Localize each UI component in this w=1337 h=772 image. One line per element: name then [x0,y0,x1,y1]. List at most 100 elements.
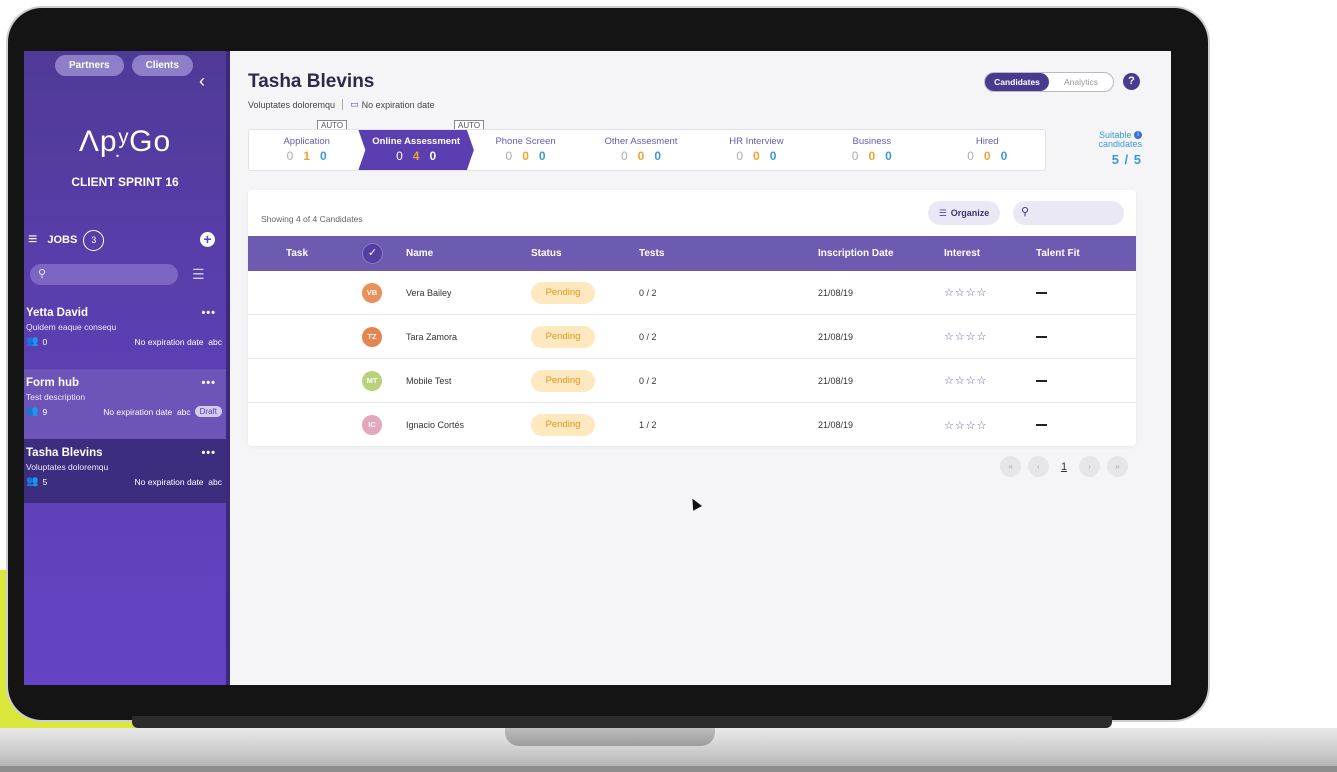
stage-count: 0 [868,149,886,163]
stage-business[interactable]: Business 000 [814,130,929,170]
interest-stars[interactable]: ☆☆☆☆ [944,286,987,299]
analytics-tab[interactable]: Analytics [1049,73,1113,91]
interest-stars[interactable]: ☆☆☆☆ [944,330,987,343]
next-page-icon[interactable]: › [1079,456,1100,477]
table-row[interactable]: VB Vera Bailey Pending 0 / 2 21/08/19 ☆☆… [248,271,1136,315]
inscription-date: 21/08/19 [818,420,854,430]
column-talent-fit[interactable]: Talent Fit [1036,236,1080,271]
jobs-label: JOBS [47,234,78,246]
more-options-icon[interactable]: ••• [201,447,216,459]
stage-online-assessment[interactable]: Online Assessment 040 [358,130,474,170]
column-tests[interactable]: Tests [639,236,664,271]
job-item-tasha-blevins[interactable]: Tasha Blevins ••• Voluptates doloremqu 👥… [24,439,226,503]
info-icon[interactable]: i [1134,131,1142,139]
avatar: VB [362,282,382,303]
status-badge: Pending [531,369,595,392]
interest-stars[interactable]: ☆☆☆☆ [944,419,987,432]
stage-label: Phone Screen [495,136,556,147]
stage-count: 0 [983,149,1001,163]
partners-button[interactable]: Partners [55,55,124,76]
candidates-card: Showing 4 of 4 Candidates ☰ Organize ⚲ Ta… [248,190,1136,446]
people-icon: 👥 [26,336,39,347]
candidate-name[interactable]: Vera Bailey [406,271,452,314]
more-options-icon[interactable]: ••• [201,307,216,319]
job-description: Voluptates doloremqu [248,99,336,110]
inscription-date: 21/08/19 [818,287,854,298]
stage-hr-interview[interactable]: HR Interview 000 [699,130,814,170]
column-status[interactable]: Status [531,236,562,271]
job-item-form-hub[interactable]: Form hub ••• Test description 👥 9 No exp… [24,369,226,439]
tests-progress: 0 / 2 [639,331,657,342]
last-page-icon[interactable]: » [1107,456,1128,477]
job-item-yetta-david[interactable]: Yetta David ••• Quidem eaque consequ 👥 0… [24,307,226,347]
job-title: Tasha Blevins [26,447,103,459]
column-interest[interactable]: Interest [944,236,980,271]
candidate-search-input[interactable]: ⚲ [1013,201,1124,225]
candidates-tab[interactable]: Candidates [985,73,1049,91]
menu-icon[interactable]: ≡ [28,231,37,249]
job-meta: 👥 0 No expiration date abc [26,336,222,347]
people-icon: 👥 [26,406,39,417]
job-description: Voluptates doloremqu [26,462,109,472]
stage-count: 0 [286,149,304,163]
stage-label: Business [852,136,892,147]
talent-fit-empty [1036,424,1047,426]
stage-count: 0 [320,149,337,163]
candidate-name[interactable]: Mobile Test [406,359,451,402]
pipeline-stages: Application 010 Online Assessment 040 Ph… [248,129,1046,171]
stage-other-assessment[interactable]: Other Assesment 000 [583,130,698,170]
more-options-icon[interactable]: ••• [201,377,216,389]
mouse-cursor-icon [688,496,702,511]
stage-count: 0 [637,149,655,163]
organize-button[interactable]: ☰ Organize [928,201,1000,225]
table-row[interactable]: IC Ignacio Cortés Pending 1 / 2 21/08/19… [248,403,1136,447]
check-icon[interactable]: ✓ [362,243,383,264]
job-candidate-count: 9 [42,406,48,417]
page-number[interactable]: 1 [1056,461,1072,473]
expiry-text: No expiration date [361,99,435,110]
stage-count: 0 [885,149,902,163]
stage-count: 0 [429,149,447,163]
job-expiry: No expiration date [134,476,204,487]
job-expiry: No expiration date [134,336,204,347]
job-meta: 👥 5 No expiration date abc [26,476,222,487]
jobs-search-input[interactable]: ⚲ [30,264,178,285]
table-row[interactable]: MT Mobile Test Pending 0 / 2 21/08/19 ☆☆… [248,359,1136,403]
candidate-name[interactable]: Ignacio Cortés [406,403,464,447]
stage-count: 0 [851,149,869,163]
help-icon[interactable]: ? [1123,73,1140,90]
stage-count: 0 [1000,149,1018,163]
collapse-sidebar-icon[interactable]: ‹ [199,71,205,92]
first-page-icon[interactable]: « [1000,456,1021,477]
job-candidate-count: 0 [42,336,48,347]
stage-phone-screen[interactable]: Phone Screen 000 [468,130,583,170]
stage-count: 0 [753,149,770,163]
interest-stars[interactable]: ☆☆☆☆ [944,374,987,387]
stage-label: Online Assessment [372,136,461,147]
select-all[interactable]: ✓ [362,236,383,271]
column-inscription-date[interactable]: Inscription Date [818,236,894,271]
column-task[interactable]: Task [286,236,308,271]
job-description: Quidem eaque consequ [26,322,117,332]
talent-fit-empty [1036,379,1047,382]
laptop-base-edge [0,766,1337,772]
tests-progress: 1 / 2 [639,420,657,430]
stage-application[interactable]: Application 010 [249,130,364,170]
filter-icon[interactable]: ☰ [192,266,205,283]
stage-hired[interactable]: Hired 000 [930,130,1045,170]
stage-label: HR Interview [729,136,784,147]
status-badge: Pending [531,281,595,304]
column-name[interactable]: Name [406,236,433,271]
suitable-candidates: Suitable i candidates 5 / 5 [1072,131,1142,167]
talent-fit-empty [1036,335,1047,338]
avatar: TZ [362,326,382,347]
suitable-label: candidates [1098,139,1142,149]
clients-button[interactable]: Clients [131,55,193,76]
job-title: Yetta David [26,307,88,319]
jobs-count-badge: 3 [83,229,105,251]
prev-page-icon[interactable]: ‹ [1028,456,1049,477]
job-tag: abc [208,336,222,347]
add-job-icon[interactable]: + [200,232,215,247]
table-row[interactable]: TZ Tara Zamora Pending 0 / 2 21/08/19 ☆☆… [248,315,1136,359]
candidate-name[interactable]: Tara Zamora [406,315,457,358]
